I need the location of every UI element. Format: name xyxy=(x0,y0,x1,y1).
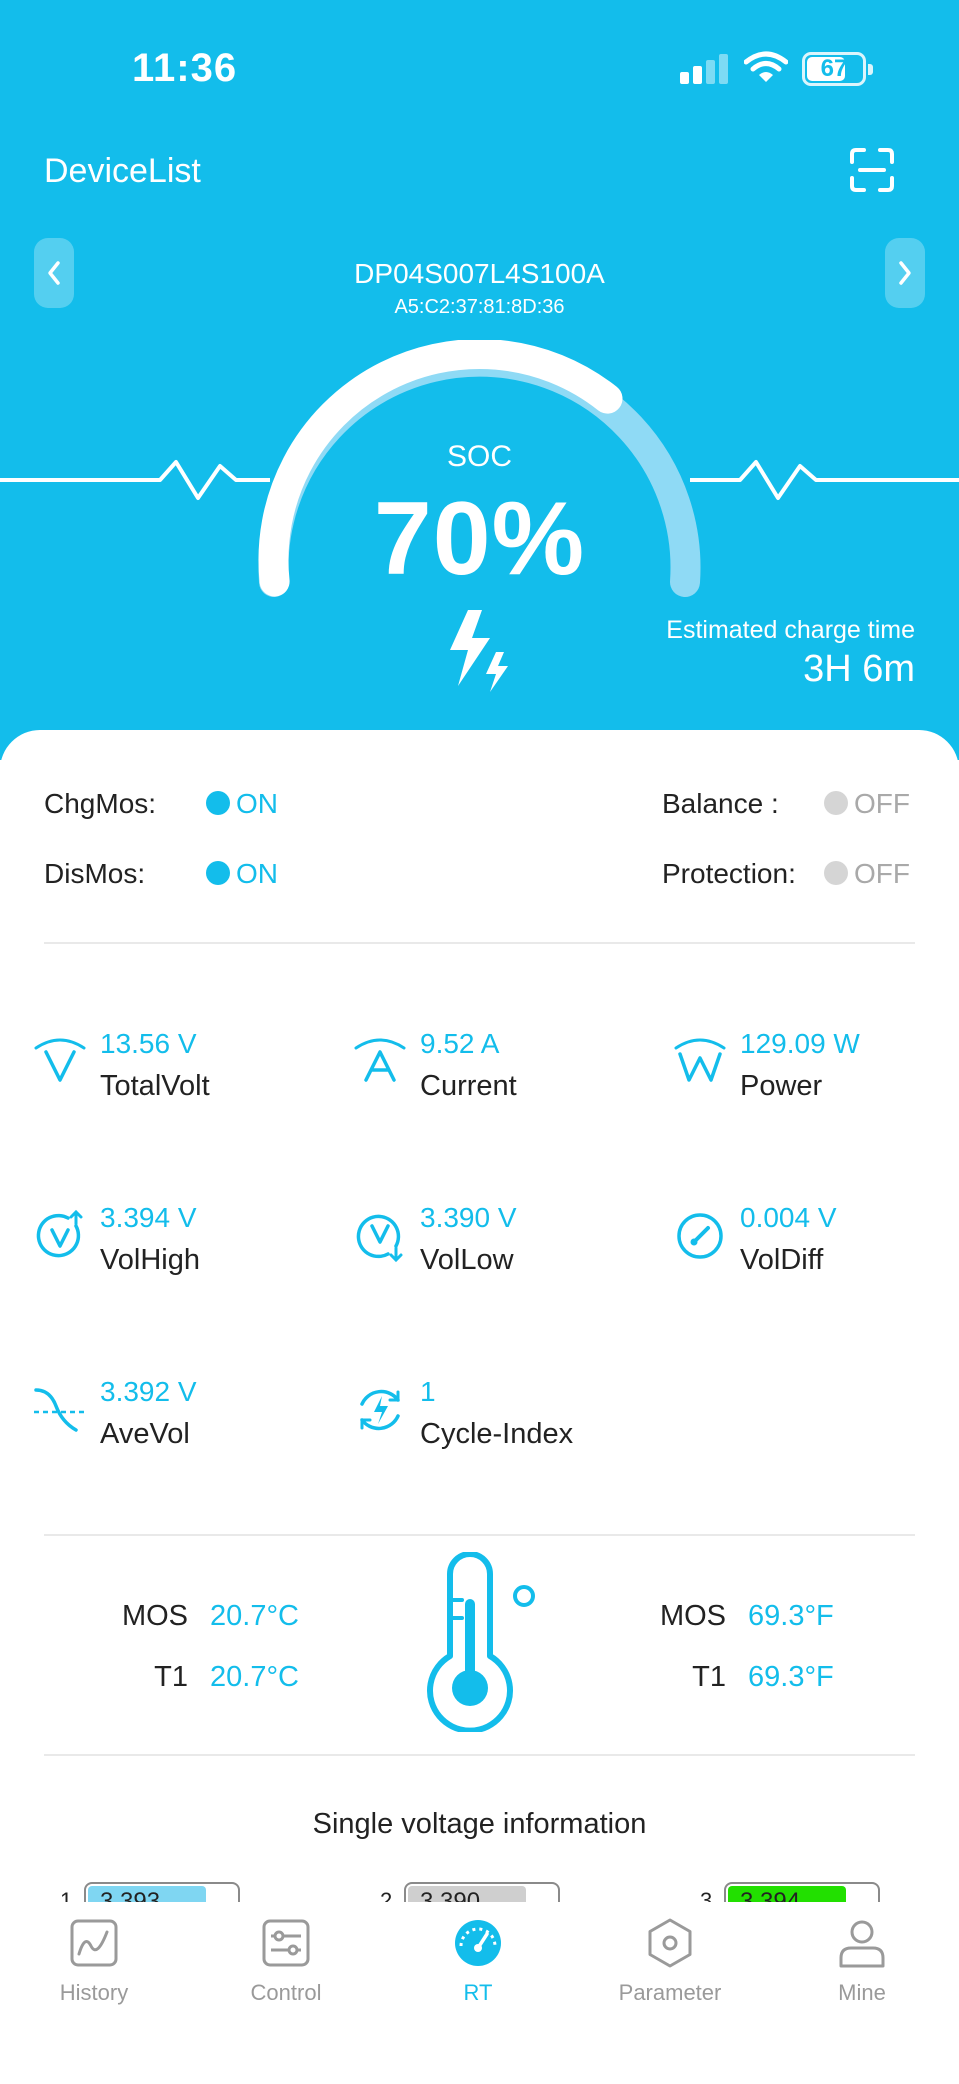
temp-t1-c-value: 20.7°C xyxy=(210,1661,299,1693)
metric-total-volt: 13.56 V TotalVolt xyxy=(32,1028,322,1118)
voltage-low-icon xyxy=(356,1214,403,1263)
cell-voltage-bar: 3.393 xyxy=(84,1882,240,1902)
cell-item-3: 3 3.394 xyxy=(698,1876,898,1902)
hexagon-nut-icon xyxy=(648,1918,692,1968)
vol-high-value: 3.394 V xyxy=(100,1202,197,1233)
status-dot-off xyxy=(824,860,848,885)
voltage-high-icon xyxy=(36,1209,83,1258)
total-volt-label: TotalVolt xyxy=(100,1070,210,1102)
current-icon xyxy=(354,1038,406,1082)
total-volt-value: 13.56 V xyxy=(100,1028,197,1059)
history-chart-icon xyxy=(70,1919,118,1967)
temp-mos-c-value: 20.7°C xyxy=(210,1600,299,1632)
charging-bolt-icon xyxy=(450,610,508,692)
metric-vol-low: 3.390 V VolLow xyxy=(352,1202,642,1292)
ave-vol-value: 3.392 V xyxy=(100,1376,197,1407)
divider xyxy=(44,1754,915,1756)
power-label: Power xyxy=(740,1070,823,1102)
user-icon xyxy=(839,1920,885,1968)
protection-label: Protection: xyxy=(662,858,796,889)
soc-value: 70% xyxy=(373,481,586,597)
vol-high-label: VolHigh xyxy=(100,1244,200,1276)
cell-signal-icon xyxy=(680,52,728,84)
chg-mos-label: ChgMos: xyxy=(44,788,157,819)
ave-vol-label: AveVol xyxy=(100,1418,190,1450)
bottom-tab-bar: History Control RT Parameter Mine xyxy=(0,1902,959,2084)
estimated-charge-label: Estimated charge time xyxy=(666,616,915,644)
balance-label: Balance : xyxy=(662,788,779,819)
vol-diff-value: 0.004 V xyxy=(740,1202,837,1233)
tab-mine[interactable]: Mine xyxy=(782,1916,942,2026)
device-mac: A5:C2:37:81:8D:36 xyxy=(394,296,565,318)
dis-mos-status: ON xyxy=(206,858,278,890)
vol-low-label: VolLow xyxy=(420,1244,514,1276)
current-value: 9.52 A xyxy=(420,1028,500,1059)
scan-icon[interactable] xyxy=(848,146,896,194)
estimated-charge-value: 3H 6m xyxy=(803,648,915,690)
dis-mos-label: DisMos: xyxy=(44,858,146,889)
tab-parameter[interactable]: Parameter xyxy=(590,1916,750,2026)
status-dot-on xyxy=(206,790,230,815)
battery-icon: 67 xyxy=(802,52,873,86)
sliders-icon xyxy=(262,1919,310,1967)
divider xyxy=(44,1534,915,1536)
cell-voltage-bar: 3.394 xyxy=(724,1882,880,1902)
metric-current: 9.52 A Current xyxy=(352,1028,642,1118)
cell-item-1: 1 3.393 xyxy=(58,1876,258,1902)
power-value: 129.09 W xyxy=(740,1028,860,1059)
temp-mos-c-label: MOS xyxy=(121,1600,188,1632)
thermometer-icon xyxy=(427,1552,535,1732)
temp-t1-f-value: 69.3°F xyxy=(748,1661,834,1693)
chg-mos-status: ON xyxy=(206,788,278,820)
average-wave-icon xyxy=(34,1388,86,1432)
metric-vol-high: 3.394 V VolHigh xyxy=(32,1202,322,1292)
wifi-icon xyxy=(744,51,788,82)
temp-mos-f-value: 69.3°F xyxy=(748,1600,834,1632)
divider xyxy=(44,942,915,944)
balance-status: OFF xyxy=(824,788,910,820)
header-panel: 11:36 67 DeviceList DP04S007L4S100A A5:C… xyxy=(0,0,959,760)
vol-low-value: 3.390 V xyxy=(420,1202,517,1233)
metric-power: 129.09 W Power xyxy=(672,1028,959,1118)
speedometer-icon xyxy=(677,1213,723,1259)
soc-label: SOC xyxy=(446,440,512,473)
power-icon xyxy=(674,1038,726,1082)
status-time: 11:36 xyxy=(132,46,238,90)
protection-status: OFF xyxy=(824,858,910,890)
cycle-index-value: 1 xyxy=(420,1376,436,1407)
metric-cycle-index: 1 Cycle-Index xyxy=(352,1376,642,1466)
gauge-icon xyxy=(455,1920,501,1966)
tab-rt[interactable]: RT xyxy=(398,1916,558,2026)
temp-mos-f-label: MOS xyxy=(659,1600,726,1632)
voltage-icon xyxy=(34,1038,86,1082)
tab-history[interactable]: History xyxy=(14,1916,174,2026)
cell-item-2: 2 3.390 xyxy=(378,1876,578,1902)
device-list-link[interactable]: DeviceList xyxy=(44,152,201,191)
vol-diff-label: VolDiff xyxy=(740,1244,824,1276)
battery-percent: 67 xyxy=(820,55,848,82)
metric-ave-vol: 3.392 V AveVol xyxy=(32,1376,322,1466)
status-dot-off xyxy=(824,790,848,815)
metric-vol-diff: 0.004 V VolDiff xyxy=(672,1202,959,1292)
tab-control[interactable]: Control xyxy=(206,1916,366,2026)
cell-voltage-bar: 3.390 xyxy=(404,1882,560,1902)
temp-t1-c-label: T1 xyxy=(154,1661,188,1693)
status-dot-on xyxy=(206,860,230,885)
device-name: DP04S007L4S100A xyxy=(354,258,605,289)
single-voltage-title: Single voltage information xyxy=(312,1808,647,1840)
cycle-index-label: Cycle-Index xyxy=(420,1418,574,1450)
temp-t1-f-label: T1 xyxy=(692,1661,726,1693)
current-label: Current xyxy=(420,1070,517,1102)
cycle-bolt-icon xyxy=(360,1389,400,1431)
